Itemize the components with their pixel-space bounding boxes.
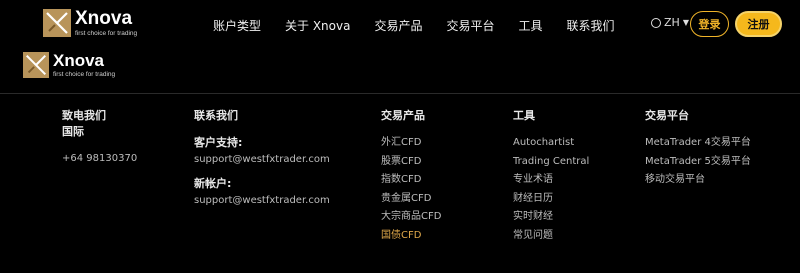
footer-link-indices[interactable]: 指数CFD	[381, 171, 441, 190]
nav-item-products[interactable]: 交易产品	[374, 17, 422, 34]
tools-title: 工具	[513, 109, 535, 122]
footer-link-forex[interactable]: 外汇CFD	[381, 134, 441, 153]
call-title: 致电我们	[62, 109, 106, 122]
products-title: 交易产品	[381, 109, 425, 122]
logo-mark-icon	[23, 52, 49, 78]
footer-link-calendar[interactable]: 财经日历	[513, 190, 589, 209]
phone-number[interactable]: +64 98130370	[62, 150, 137, 169]
platforms-title: 交易平台	[645, 109, 689, 122]
footer-link-trading-central[interactable]: Trading Central	[513, 153, 589, 172]
footer-link-faq[interactable]: 常见问题	[513, 227, 589, 246]
footer-link-mt4[interactable]: MetaTrader 4交易平台	[645, 134, 751, 153]
footer-link-commodities[interactable]: 大宗商品CFD	[381, 208, 441, 227]
footer-brand-tagline: first choice for trading	[53, 71, 116, 78]
login-button[interactable]: 登录	[690, 11, 729, 37]
site-header: Xnova first choice for trading 账户类型 关于 X…	[0, 0, 800, 48]
footer-link-mobile[interactable]: 移动交易平台	[645, 171, 751, 190]
nav-item-platforms[interactable]: 交易平台	[446, 17, 494, 34]
logo-mark-icon	[43, 9, 71, 37]
footer-col-products: 交易产品 外汇CFD 股票CFD 指数CFD 贵金属CFD 大宗商品CFD 国债…	[381, 108, 441, 245]
footer-divider	[0, 93, 800, 94]
footer-link-stocks[interactable]: 股票CFD	[381, 153, 441, 172]
brand-name: Xnova	[75, 8, 133, 29]
nav-item-contact[interactable]: 联系我们	[567, 17, 615, 34]
footer-link-bonds[interactable]: 国债CFD	[381, 227, 441, 246]
register-button[interactable]: 注册	[735, 11, 782, 37]
footer-col-tools: 工具 Autochartist Trading Central 专业术语 财经日…	[513, 108, 589, 245]
caret-down-icon: ▼	[682, 18, 689, 27]
nav-item-account-types[interactable]: 账户类型	[213, 17, 261, 34]
footer-link-metals[interactable]: 贵金属CFD	[381, 190, 441, 209]
footer-col-platforms: 交易平台 MetaTrader 4交易平台 MetaTrader 5交易平台 移…	[645, 108, 751, 190]
footer-col-call: 致电我们 国际 +64 98130370	[62, 108, 137, 169]
footer-col-contact: 联系我们 客户支持: support@westfxtrader.com 新帐户:…	[194, 108, 330, 210]
new-account-label: 新帐户:	[194, 176, 232, 190]
footer-logo[interactable]: Xnova first choice for trading	[23, 52, 115, 78]
language-selector[interactable]: ZH ▼	[651, 16, 689, 29]
globe-icon	[651, 17, 661, 28]
support-email[interactable]: support@westfxtrader.com	[194, 151, 330, 170]
support-label: 客户支持:	[194, 136, 243, 149]
footer-link-autochartist[interactable]: Autochartist	[513, 134, 589, 153]
footer-link-glossary[interactable]: 专业术语	[513, 171, 589, 190]
footer-brand-name: Xnova	[53, 51, 105, 70]
main-nav: 账户类型 关于 Xnova 交易产品 交易平台 工具 联系我们	[213, 17, 639, 34]
brand-logo[interactable]: Xnova first choice for trading	[43, 9, 137, 37]
language-code: ZH	[664, 16, 680, 29]
call-region: 国际	[62, 125, 84, 138]
nav-item-tools[interactable]: 工具	[519, 17, 543, 34]
contact-title: 联系我们	[194, 109, 238, 122]
nav-item-about[interactable]: 关于 Xnova	[285, 17, 350, 34]
footer-link-live-news[interactable]: 实时财经	[513, 208, 589, 227]
new-account-email[interactable]: support@westfxtrader.com	[194, 192, 330, 211]
footer-link-mt5[interactable]: MetaTrader 5交易平台	[645, 153, 751, 172]
brand-tagline: first choice for trading	[75, 30, 138, 37]
